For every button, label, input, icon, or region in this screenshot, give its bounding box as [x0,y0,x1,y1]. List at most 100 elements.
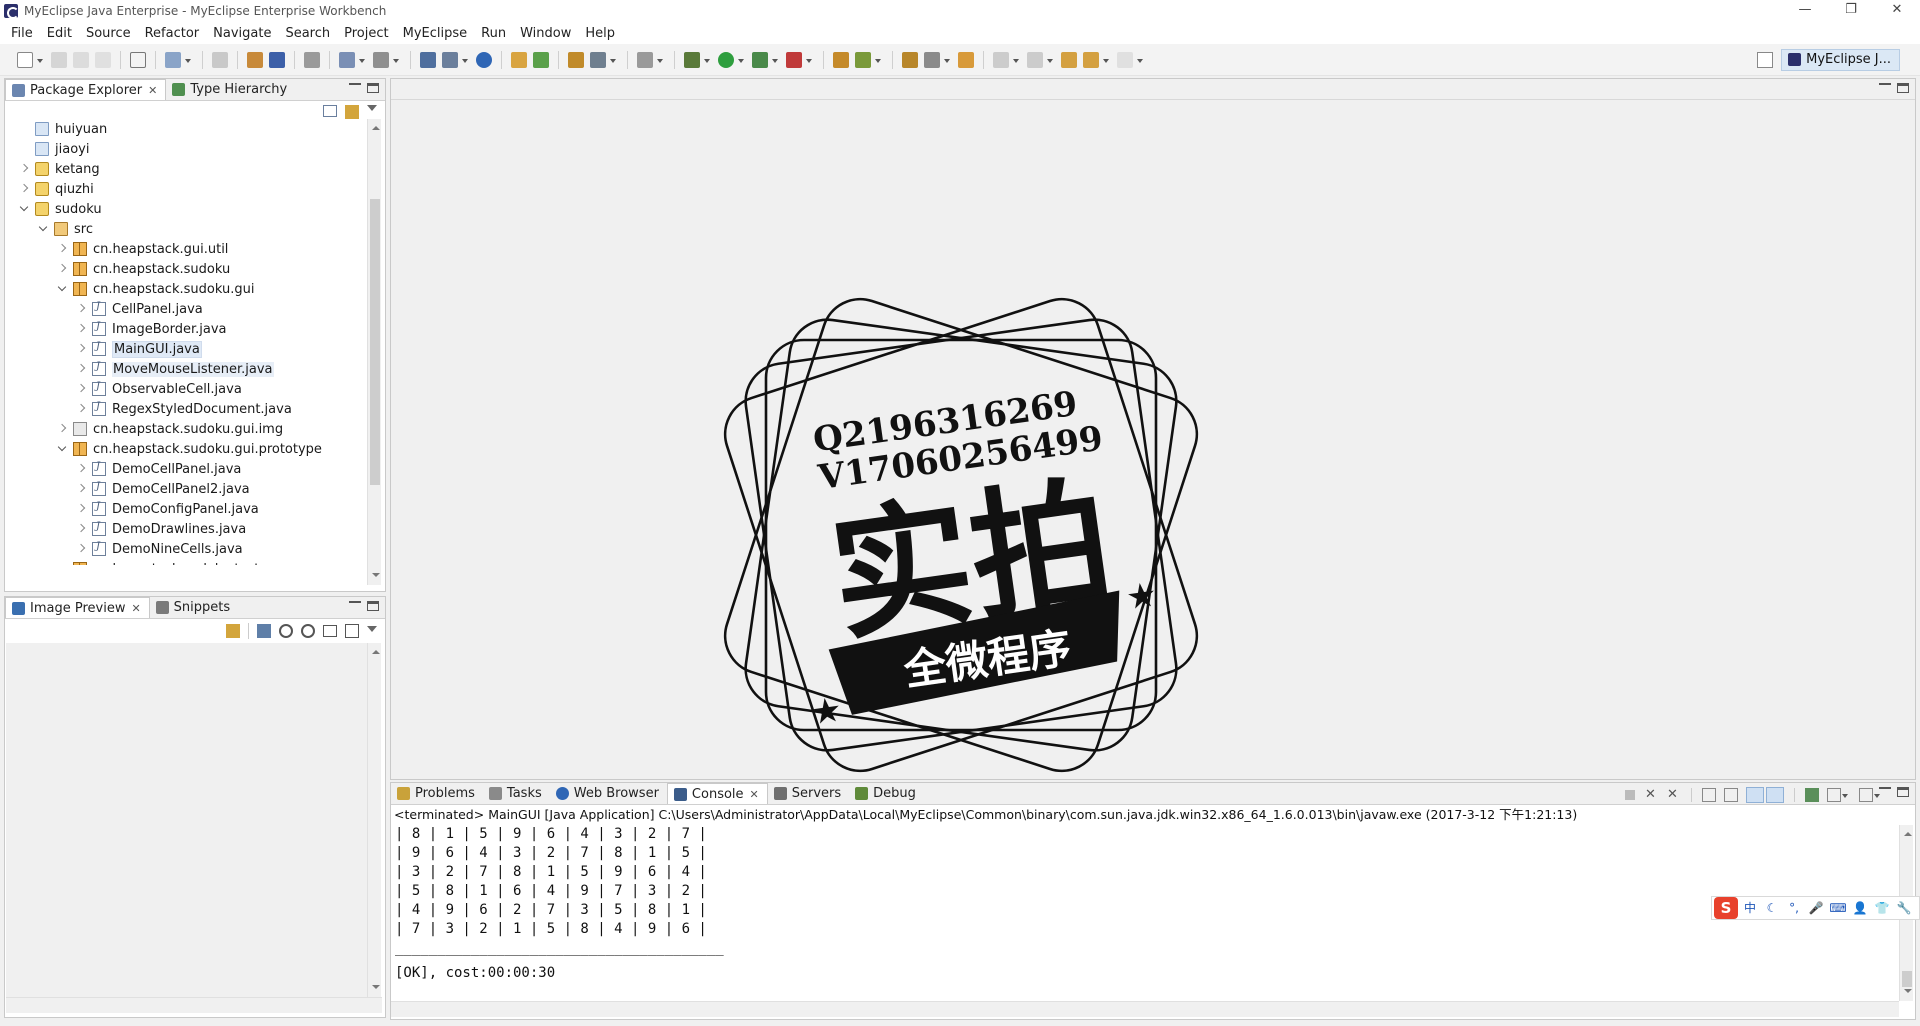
jar-icon[interactable] [247,51,263,68]
run-external-icon[interactable] [752,51,768,68]
menu-help[interactable]: Help [578,26,622,41]
last-edit-icon[interactable] [1061,51,1077,68]
scroll-down-icon[interactable] [371,573,380,581]
window-dropdown-icon[interactable] [656,52,664,68]
tree-item[interactable]: huiyuan [5,119,367,139]
minimize-view-icon[interactable] [349,601,361,611]
menu-window[interactable]: Window [513,26,578,41]
tree-item[interactable]: sudoku [5,199,367,219]
save-all-icon[interactable] [73,51,89,68]
zoom-in-icon[interactable] [301,624,315,638]
chevron-down-icon[interactable] [57,444,67,454]
debug-dropdown-icon[interactable] [703,52,711,68]
chevron-right-icon[interactable] [57,264,67,274]
maximize-view-icon[interactable] [1897,787,1909,797]
back-dropdown-icon[interactable] [1102,52,1110,68]
tree-item[interactable]: MoveMouseListener.java [5,359,367,379]
run-server-icon[interactable] [442,51,458,68]
menu-edit[interactable]: Edit [40,26,79,41]
open-type-icon[interactable] [833,51,849,68]
open-folder-icon[interactable] [511,51,527,68]
prev-annotation-dropdown-icon[interactable] [1046,52,1054,68]
terminate-icon[interactable] [1625,790,1635,800]
chevron-right-icon[interactable] [76,404,86,414]
tree-item[interactable]: cn.heapstack.sudoku.gui [5,279,367,299]
server-icon[interactable] [212,51,228,68]
database-icon[interactable] [304,51,320,68]
myeclipse-perspective-button[interactable]: MyEclipse J... [1781,49,1900,71]
pin-console-icon[interactable] [1805,788,1819,802]
open-resource-icon[interactable] [902,51,918,68]
new-server-icon[interactable] [420,51,436,68]
link-with-editor-icon[interactable] [345,105,359,119]
display-console-dropdown-icon[interactable] [1841,787,1849,803]
tree-item[interactable]: RegexStyledDocument.java [5,399,367,419]
ejb-icon[interactable] [269,51,285,68]
chevron-right-icon[interactable] [76,384,86,394]
forward-dropdown-icon[interactable] [1136,52,1144,68]
view-menu-icon[interactable] [367,626,377,636]
clear-console-icon[interactable] [1702,788,1716,802]
sogou-ime-logo[interactable]: S [1714,897,1738,919]
open-console-icon[interactable] [1859,788,1873,802]
tab-package-explorer[interactable]: Package Explorer ✕ [5,79,167,100]
menu-run[interactable]: Run [474,26,513,41]
next-annotation-dropdown-icon[interactable] [1012,52,1020,68]
tab-tasks[interactable]: Tasks [483,783,550,804]
minimize-view-icon[interactable] [349,83,361,93]
menu-navigate[interactable]: Navigate [206,26,278,41]
open-project-icon[interactable] [533,51,549,68]
chevron-down-icon[interactable] [57,564,67,565]
tree-item[interactable]: cn.heapstack.sudoku.gui.img [5,419,367,439]
new-class-icon[interactable] [590,51,606,68]
fit-window-icon[interactable] [345,624,359,638]
tab-snippets[interactable]: Snippets [150,597,238,618]
package-tree-scrollbar[interactable] [367,119,381,585]
scrollbar-thumb[interactable] [1902,971,1912,987]
chevron-down-icon[interactable] [57,284,67,294]
maximize-view-icon[interactable] [367,601,379,611]
search-web-dropdown-icon[interactable] [392,52,400,68]
console-hscrollbar[interactable] [391,1001,1899,1017]
remove-all-icon[interactable]: ✕ [1667,788,1681,801]
ime-chinese-mode[interactable]: 中 [1740,899,1760,917]
maximize-view-icon[interactable] [367,83,379,93]
link-icon[interactable] [226,624,240,638]
chevron-right-icon[interactable] [76,484,86,494]
next-annotation-icon[interactable] [993,51,1009,68]
fit-image-icon[interactable] [257,624,271,638]
tab-servers[interactable]: Servers [768,783,849,804]
open-task-icon[interactable] [855,51,871,68]
window-icon[interactable] [637,51,653,68]
menu-myeclipse[interactable]: MyEclipse [396,26,475,41]
tree-item[interactable]: DemoCellPanel2.java [5,479,367,499]
chevron-right-icon[interactable] [76,464,86,474]
tree-item[interactable]: DemoCellPanel.java [5,459,367,479]
chevron-right-icon[interactable] [57,424,67,434]
wrench-icon[interactable]: 🔧 [1894,899,1914,917]
scroll-down-icon[interactable] [371,985,380,993]
tab-web-browser[interactable]: Web Browser [550,783,667,804]
tree-item[interactable]: cn.heapstack.gui.util [5,239,367,259]
ime-moon-icon[interactable]: ☾ [1762,899,1782,917]
tree-item[interactable]: cn.heapstack.sudoku.test [5,559,367,565]
close-window-button[interactable]: ✕ [1874,0,1920,22]
minimize-view-icon[interactable] [1879,83,1891,93]
tab-type-hierarchy[interactable]: Type Hierarchy [166,79,295,100]
ime-punctuation-icon[interactable]: °, [1784,899,1804,917]
chevron-right-icon[interactable] [19,184,29,194]
maximize-view-icon[interactable] [1897,83,1909,93]
minimize-view-icon[interactable] [1879,787,1891,797]
menu-search[interactable]: Search [278,26,337,41]
deploy-icon[interactable] [165,51,181,68]
run-server-dropdown-icon[interactable] [461,52,469,68]
actual-size-icon[interactable] [323,625,337,637]
tree-item[interactable]: ObservableCell.java [5,379,367,399]
debug-icon[interactable] [684,51,700,68]
search-icon[interactable] [924,51,940,68]
tab-image-preview[interactable]: Image Preview ✕ [5,597,150,618]
collapse-all-icon[interactable] [323,105,337,117]
build-icon[interactable] [130,51,146,68]
image-preview-vscrollbar[interactable] [367,643,381,997]
tree-item[interactable]: cn.heapstack.sudoku.gui.prototype [5,439,367,459]
